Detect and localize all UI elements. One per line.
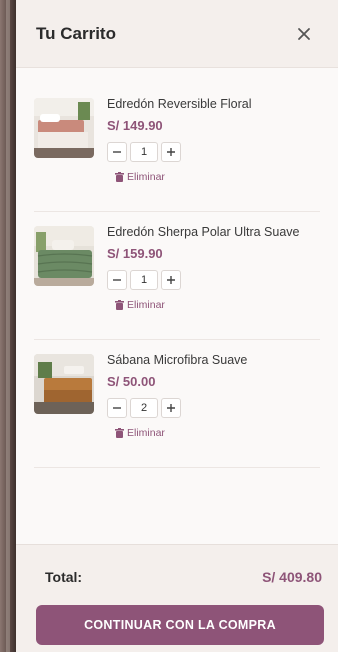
product-thumbnail [34,354,94,414]
checkout-button[interactable]: CONTINUAR CON LA COMPRA [36,605,324,645]
product-name: Sábana Microfibra Suave [107,353,248,367]
product-thumbnail [34,98,94,158]
quantity-input[interactable]: 1 [130,142,158,162]
product-name: Edredón Reversible Floral [107,97,252,111]
quantity-stepper: 1 [107,142,320,162]
increase-quantity-button[interactable] [161,270,181,290]
product-price: S/ 149.90 [107,118,163,133]
decrease-quantity-button[interactable] [107,398,127,418]
product-price: S/ 50.00 [107,374,156,389]
minus-icon [113,151,121,153]
quantity-stepper: 1 [107,270,320,290]
cart-item: Sábana Microfibra Suave S/ 50.00 2 Elimi… [34,340,320,468]
plus-icon [167,276,175,284]
plus-icon [167,404,175,412]
increase-quantity-button[interactable] [161,142,181,162]
trash-icon [115,172,124,182]
close-button[interactable] [292,22,316,46]
cart-footer: Total: S/ 409.80 CONTINUAR CON LA COMPRA [16,544,338,652]
total-label: Total: [45,569,83,585]
product-thumbnail [34,226,94,286]
decrease-quantity-button[interactable] [107,270,127,290]
close-icon [298,27,310,40]
remove-item-button[interactable]: Eliminar [115,299,320,311]
remove-item-label: Eliminar [127,171,165,183]
page-backdrop [0,0,16,652]
cart-item: Edredón Reversible Floral S/ 149.90 1 El… [34,84,320,212]
remove-item-label: Eliminar [127,299,165,311]
product-name: Edredón Sherpa Polar Ultra Suave [107,225,300,239]
trash-icon [115,300,124,310]
remove-item-label: Eliminar [127,427,165,439]
total-row: Total: S/ 409.80 [36,569,324,585]
cart-item: Edredón Sherpa Polar Ultra Suave S/ 159.… [34,212,320,340]
cart-items-list: Edredón Reversible Floral S/ 149.90 1 El… [16,68,338,544]
remove-item-button[interactable]: Eliminar [115,427,320,439]
minus-icon [113,407,121,409]
minus-icon [113,279,121,281]
cart-drawer: Tu Carrito Edredón Reversible Floral S/ … [16,0,338,652]
cart-title: Tu Carrito [36,23,116,43]
decrease-quantity-button[interactable] [107,142,127,162]
trash-icon [115,428,124,438]
total-value: S/ 409.80 [262,569,322,585]
quantity-input[interactable]: 2 [130,398,158,418]
remove-item-button[interactable]: Eliminar [115,171,320,183]
quantity-stepper: 2 [107,398,320,418]
cart-header: Tu Carrito [16,0,338,68]
plus-icon [167,148,175,156]
backdrop-edge [6,0,10,652]
increase-quantity-button[interactable] [161,398,181,418]
product-price: S/ 159.90 [107,246,163,261]
quantity-input[interactable]: 1 [130,270,158,290]
